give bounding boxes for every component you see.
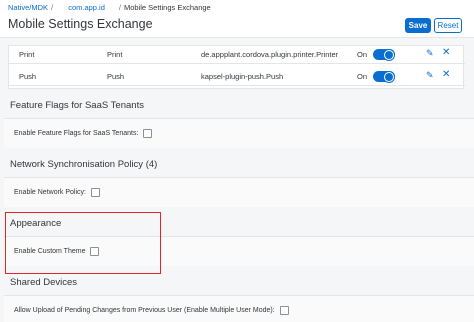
plugin-toggle[interactable] (373, 71, 395, 82)
section-title-shared-devices: Shared Devices (10, 277, 78, 288)
breadcrumb-separator: / (51, 3, 54, 12)
section-title-network-sync: Network Synchronisation Policy (4) (10, 159, 158, 170)
breadcrumb-separator: / (118, 3, 121, 12)
breadcrumb-item-current: Mobile Settings Exchange (123, 3, 211, 12)
breadcrumb-item-app-id[interactable]: com.app.id (68, 3, 105, 12)
pencil-icon[interactable]: ✎ (426, 48, 434, 59)
feature-flags-checkbox[interactable] (143, 129, 153, 138)
page-title: Mobile Settings Exchange (8, 17, 153, 31)
close-icon[interactable]: ✕ (442, 69, 450, 80)
reset-button[interactable]: Reset (434, 18, 462, 33)
network-policy-checkbox[interactable] (90, 188, 100, 197)
plugin-toggle[interactable] (373, 49, 395, 60)
toggle-knob (384, 71, 394, 82)
plugin-status: On (357, 50, 368, 59)
plugin-class: de.appplant.cordova.plugin.printer.Print… (201, 50, 339, 59)
multiple-user-field: Allow Upload of Pending Changes from Pre… (14, 306, 289, 315)
plugin-module: Push (107, 72, 125, 81)
plugin-class: kapsel-plugin-push.Push (201, 72, 284, 81)
plugins-table: Print Print de.appplant.cordova.plugin.p… (8, 44, 465, 89)
network-policy-label: Enable Network Policy: (14, 189, 86, 196)
feature-flags-label: Enable Feature Flags for SaaS Tenants: (14, 130, 139, 137)
toggle-knob (384, 49, 394, 60)
plugin-name: Push (19, 72, 37, 81)
breadcrumb-item-native-mdk[interactable]: Native/MDK (8, 3, 48, 12)
network-policy-field: Enable Network Policy: (14, 188, 100, 197)
table-row: Push Push kapsel-plugin-push.Push On ✎ ✕ (9, 66, 465, 86)
plugin-name: Print (19, 50, 35, 59)
pencil-icon[interactable]: ✎ (426, 70, 434, 81)
feature-flags-field: Enable Feature Flags for SaaS Tenants: (14, 129, 153, 138)
feature-flags-panel: Enable Feature Flags for SaaS Tenants: (4, 118, 474, 148)
network-sync-panel: Enable Network Policy: (4, 177, 474, 207)
multiple-user-checkbox[interactable] (279, 306, 289, 315)
page-header: Native/MDK / com.app.id / Mobile Settings E… (0, 0, 474, 38)
shared-devices-panel: Allow Upload of Pending Changes from Pre… (4, 295, 474, 322)
close-icon[interactable]: ✕ (442, 47, 450, 58)
highlight-box (5, 212, 161, 274)
multiple-user-label: Allow Upload of Pending Changes from Pre… (14, 307, 275, 314)
table-row: Print Print de.appplant.cordova.plugin.p… (9, 44, 465, 64)
section-title-feature-flags: Feature Flags for SaaS Tenants (10, 100, 144, 111)
plugin-module: Print (107, 50, 123, 59)
plugin-status: On (357, 72, 368, 81)
save-button[interactable]: Save (405, 18, 431, 33)
breadcrumb: Native/MDK / com.app.id / Mobile Settings E… (8, 3, 211, 12)
